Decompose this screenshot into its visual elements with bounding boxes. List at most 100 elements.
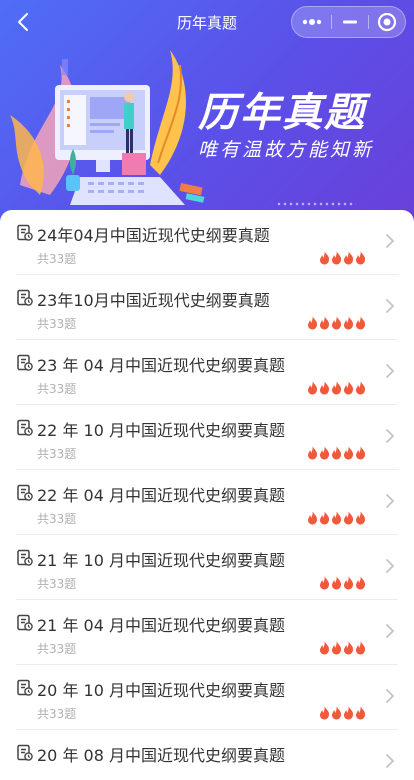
list-item[interactable]: 21 年 10 月中国近现代史纲要真题共33题 — [16, 535, 398, 600]
list-item[interactable]: 21 年 04 月中国近现代史纲要真题共33题 — [16, 600, 398, 665]
list-item[interactable]: 23 年 04 月中国近现代史纲要真题共33题 — [16, 340, 398, 405]
difficulty-rating — [319, 641, 366, 655]
question-count: 共33题 — [37, 642, 77, 656]
chevron-right-icon — [384, 688, 396, 704]
item-title: 23 年 04 月中国近现代史纲要真题 — [37, 356, 285, 375]
fire-icon — [331, 446, 342, 460]
chevron-right-icon — [384, 298, 396, 314]
chevron-right-icon — [384, 363, 396, 379]
list-item[interactable]: 24年04月中国近现代史纲要真题共33题 — [16, 210, 398, 275]
item-title: 24年04月中国近现代史纲要真题 — [37, 226, 270, 245]
fire-icon — [331, 251, 342, 265]
fire-icon — [355, 316, 366, 330]
question-count: 共33题 — [37, 382, 77, 396]
chevron-right-icon — [384, 753, 396, 769]
item-title: 21 年 10 月中国近现代史纲要真题 — [37, 551, 285, 570]
question-count: 共33题 — [37, 512, 77, 526]
fire-icon — [343, 511, 354, 525]
fire-icon — [355, 381, 366, 395]
fire-icon — [307, 511, 318, 525]
fire-icon — [307, 381, 318, 395]
fire-icon — [307, 316, 318, 330]
document-icon — [16, 679, 34, 697]
close-button[interactable] — [369, 7, 405, 37]
decorative-dots — [276, 202, 356, 206]
question-count: 共33题 — [37, 707, 77, 721]
more-dots-icon — [302, 19, 322, 25]
fire-icon — [343, 576, 354, 590]
difficulty-rating — [307, 511, 366, 525]
question-count: 共33题 — [37, 577, 77, 591]
question-count: 共33题 — [37, 252, 77, 266]
minimize-button[interactable] — [332, 7, 368, 37]
fire-icon — [343, 316, 354, 330]
exam-list: 24年04月中国近现代史纲要真题 共33题 23年10月中国近现代史纲要真题 共33题… — [0, 210, 414, 780]
fire-icon — [343, 706, 354, 720]
document-icon — [16, 484, 34, 502]
fire-icon — [319, 316, 330, 330]
fire-icon — [331, 706, 342, 720]
fire-icon — [331, 576, 342, 590]
chevron-right-icon — [384, 493, 396, 509]
document-icon — [16, 614, 34, 632]
fire-icon — [319, 251, 330, 265]
document-icon — [16, 744, 34, 762]
more-button[interactable] — [294, 7, 330, 37]
difficulty-rating — [319, 576, 366, 590]
fire-icon — [355, 446, 366, 460]
list-item[interactable]: 22 年 04 月中国近现代史纲要真题共33题 — [16, 470, 398, 535]
fire-icon — [331, 381, 342, 395]
fire-icon — [331, 511, 342, 525]
fire-icon — [319, 381, 330, 395]
list-item[interactable]: 20 年 08 月中国近现代史纲要真题 — [16, 730, 398, 780]
fire-icon — [319, 706, 330, 720]
fire-icon — [319, 446, 330, 460]
fire-icon — [343, 446, 354, 460]
fire-icon — [355, 641, 366, 655]
item-title: 22 年 10 月中国近现代史纲要真题 — [37, 421, 285, 440]
fire-icon — [355, 706, 366, 720]
navigation-bar: 历年真题 — [0, 0, 414, 44]
fire-icon — [307, 446, 318, 460]
document-icon — [16, 419, 34, 437]
fire-icon — [331, 641, 342, 655]
fire-icon — [355, 251, 366, 265]
fire-icon — [343, 251, 354, 265]
item-title: 20 年 08 月中国近现代史纲要真题 — [37, 746, 285, 765]
fire-icon — [343, 381, 354, 395]
mini-program-capsule — [291, 6, 406, 38]
chevron-right-icon — [384, 558, 396, 574]
document-icon — [16, 549, 34, 567]
difficulty-rating — [307, 316, 366, 330]
difficulty-rating — [307, 446, 366, 460]
document-icon — [16, 224, 34, 242]
target-close-icon — [377, 12, 397, 32]
list-item[interactable]: 20 年 10 月中国近现代史纲要真题共33题 — [16, 665, 398, 730]
banner-title: 历年真题 — [198, 90, 366, 136]
minimize-icon — [343, 20, 357, 24]
fire-icon — [319, 576, 330, 590]
item-title: 20 年 10 月中国近现代史纲要真题 — [37, 681, 285, 700]
question-count: 共33题 — [37, 447, 77, 461]
fire-icon — [355, 511, 366, 525]
chevron-right-icon — [384, 428, 396, 444]
difficulty-rating — [319, 706, 366, 720]
item-title: 23年10月中国近现代史纲要真题 — [37, 291, 270, 310]
difficulty-rating — [307, 381, 366, 395]
chevron-right-icon — [384, 233, 396, 249]
document-icon — [16, 289, 34, 307]
fire-icon — [319, 511, 330, 525]
fire-icon — [319, 641, 330, 655]
list-item[interactable]: 23年10月中国近现代史纲要真题共33题 — [16, 275, 398, 340]
difficulty-rating — [319, 251, 366, 265]
chevron-right-icon — [384, 623, 396, 639]
banner-subtitle: 唯有温故方能知新 — [198, 139, 375, 161]
fire-icon — [331, 316, 342, 330]
question-count: 共33题 — [37, 317, 77, 331]
item-title: 22 年 04 月中国近现代史纲要真题 — [37, 486, 285, 505]
fire-icon — [355, 576, 366, 590]
document-icon — [16, 354, 34, 372]
list-item[interactable]: 22 年 10 月中国近现代史纲要真题共33题 — [16, 405, 398, 470]
fire-icon — [343, 641, 354, 655]
item-title: 21 年 04 月中国近现代史纲要真题 — [37, 616, 285, 635]
